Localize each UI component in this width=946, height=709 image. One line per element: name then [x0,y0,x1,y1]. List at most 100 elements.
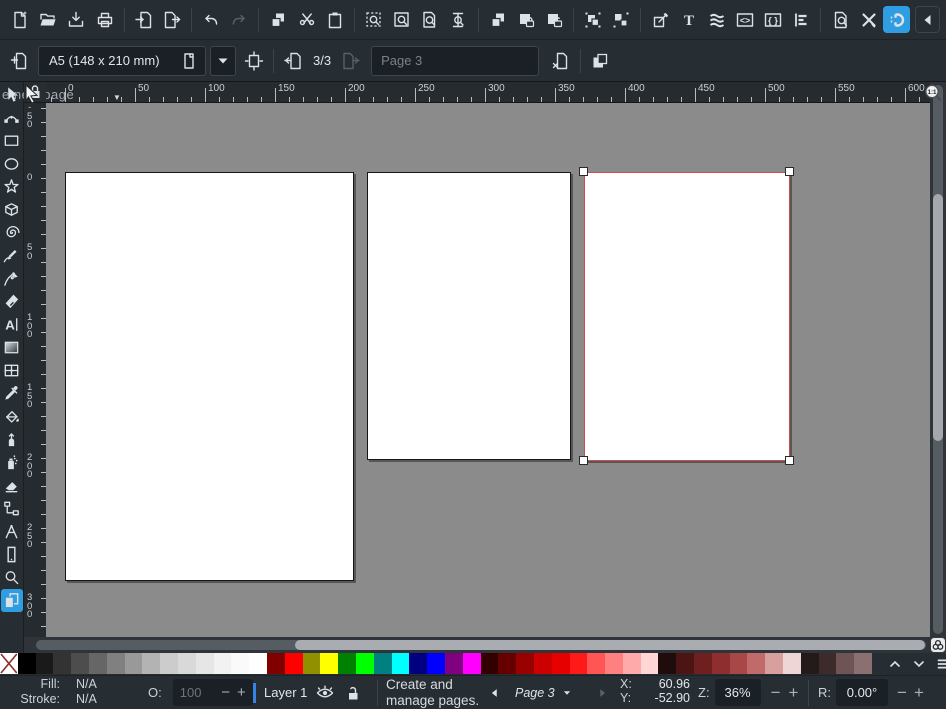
zoom-page-button[interactable] [416,5,444,35]
page-format-combobox[interactable]: A5 (148 x 210 mm) [38,46,206,76]
palette-swatch[interactable] [694,653,712,674]
layer-visibility-eye-icon[interactable] [315,683,335,703]
open-document-button[interactable] [34,5,62,35]
palette-swatch[interactable] [836,653,854,674]
duplicate-button[interactable] [484,5,512,35]
redo-button[interactable] [225,5,253,35]
palette-swatch[interactable] [676,653,694,674]
dropper-tool[interactable] [1,382,23,405]
rotation-decrease-button[interactable]: − [897,684,907,701]
selection-handle[interactable] [785,167,794,176]
document-properties-button[interactable] [826,5,854,35]
horizontal-ruler[interactable]: 050100150200250300350400450500550600▼ [46,82,930,103]
palette-swatch[interactable] [801,653,819,674]
color-management-button[interactable] [930,637,946,653]
palette-swatch[interactable] [285,653,303,674]
eraser-tool[interactable] [1,474,23,497]
selection-handle[interactable] [785,456,794,465]
calligraphy-tool[interactable] [1,290,23,313]
connector-tool[interactable] [1,497,23,520]
palette-swatch[interactable] [249,653,267,674]
palette-swatch[interactable] [125,653,143,674]
unlink-clone-button[interactable] [540,5,568,35]
palette-swatch[interactable] [178,653,196,674]
palette-swatch[interactable] [214,653,232,674]
layers-dialog-button[interactable] [703,5,731,35]
selection-handle[interactable] [579,456,588,465]
ungroup-button[interactable] [607,5,635,35]
star-tool[interactable] [1,175,23,198]
palette-swatch[interactable] [89,653,107,674]
paste-button[interactable] [321,5,349,35]
text-tool[interactable]: A [1,313,23,336]
vertical-scrollbar[interactable] [930,82,946,637]
page-selector-dropdown[interactable]: Page 3 [515,679,574,706]
fit-page-to-drawing-button[interactable] [240,46,268,76]
palette-swatch[interactable] [712,653,730,674]
zoom-selection-button[interactable] [360,5,388,35]
palette-menu-button[interactable] [932,654,946,674]
page-3[interactable] [584,172,790,461]
save-document-button[interactable] [62,5,90,35]
previous-page-button[interactable] [279,46,307,76]
opacity-decrease-button[interactable]: − [221,685,230,700]
rectangle-tool[interactable] [1,129,23,152]
move-objects-with-page-button[interactable] [586,46,614,76]
palette-swatch[interactable] [605,653,623,674]
palette-swatch[interactable] [267,653,285,674]
palette-swatch[interactable] [71,653,89,674]
palette-swatch[interactable] [107,653,125,674]
preferences-button[interactable] [855,5,883,35]
palette-scroll-up-button[interactable] [884,654,906,674]
vertical-scrollbar-thumb[interactable] [933,194,943,441]
tweak-tool[interactable] [1,428,23,451]
palette-swatch[interactable] [819,653,837,674]
palette-swatch[interactable] [765,653,783,674]
gradient-tool[interactable] [1,336,23,359]
mesh-tool[interactable] [1,359,23,382]
zoom-tool[interactable] [1,566,23,589]
snap-toggle-button[interactable] [883,6,910,33]
page-2[interactable] [367,172,571,460]
palette-swatch[interactable] [427,653,445,674]
box-3d-tool[interactable] [1,198,23,221]
palette-swatch-none[interactable] [0,653,18,674]
group-button[interactable] [579,5,607,35]
align-distribute-button[interactable] [787,5,815,35]
zoom-1-1-button[interactable]: 1:1 [923,83,943,108]
zoom-increase-button[interactable]: + [789,684,799,701]
palette-swatch[interactable] [498,653,516,674]
palette-swatch[interactable] [658,653,676,674]
opacity-field[interactable]: 100 − + [173,679,253,706]
measure-tool[interactable] [1,520,23,543]
horizontal-scrollbar[interactable] [24,637,930,653]
cut-button[interactable] [293,5,321,35]
palette-swatch[interactable] [338,653,356,674]
palette-swatch[interactable] [409,653,427,674]
palette-swatch[interactable] [303,653,321,674]
spiral-tool[interactable] [1,221,23,244]
canvas[interactable] [46,103,930,637]
palette-swatch[interactable] [53,653,71,674]
print-button[interactable] [91,5,119,35]
export-button[interactable] [158,5,186,35]
delete-page-button[interactable] [547,46,575,76]
text-dialog-button[interactable]: T [675,5,703,35]
undo-button[interactable] [197,5,225,35]
palette-swatch[interactable] [552,653,570,674]
palette-swatch[interactable] [36,653,54,674]
rotation-field[interactable]: 0.00° [836,679,888,706]
palette-swatch[interactable] [783,653,801,674]
zoom-drawing-button[interactable] [388,5,416,35]
layer-name[interactable]: Layer 1 [264,685,307,700]
vertical-ruler[interactable]: -50050100150200250300 [24,103,46,637]
new-document-button[interactable] [6,5,34,35]
palette-swatch[interactable] [854,653,872,674]
palette-swatch[interactable] [516,653,534,674]
next-page-button[interactable] [337,46,365,76]
opacity-increase-button[interactable]: + [237,685,246,700]
palette-swatch[interactable] [392,653,410,674]
node-tool[interactable] [1,106,23,129]
layer-unlock-icon[interactable] [343,683,363,703]
fill-stroke-dialog-button[interactable] [646,5,674,35]
